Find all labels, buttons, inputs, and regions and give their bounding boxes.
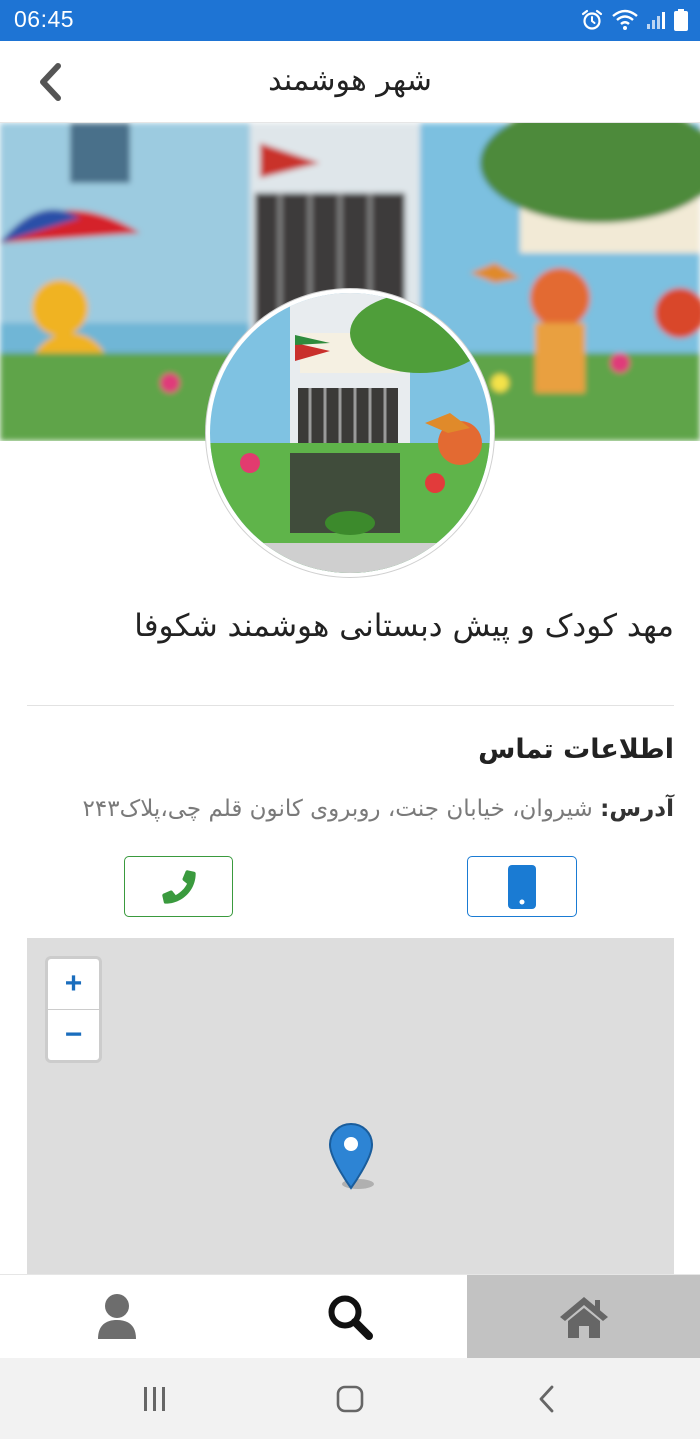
nav-profile[interactable] <box>0 1275 233 1359</box>
system-back-button[interactable] <box>487 1358 607 1439</box>
zoom-in-button[interactable]: + <box>48 959 99 1009</box>
home-icon <box>559 1297 608 1338</box>
system-nav-bar <box>0 1358 700 1439</box>
alarm-icon <box>581 9 603 30</box>
back-icon <box>539 1385 554 1412</box>
map-marker-icon[interactable] <box>328 1122 378 1194</box>
search-icon <box>328 1295 373 1340</box>
call-phone-button[interactable] <box>124 856 233 917</box>
call-mobile-button[interactable] <box>467 856 577 917</box>
status-icons <box>580 8 688 32</box>
zoom-out-button[interactable]: − <box>48 1009 99 1059</box>
wifi-icon <box>612 9 638 30</box>
divider <box>27 705 674 706</box>
zoom-control: + − <box>45 956 102 1063</box>
nav-search[interactable] <box>233 1275 467 1359</box>
profile-icon <box>97 1294 136 1339</box>
map[interactable]: + − <box>27 938 674 1274</box>
status-time: 06:45 <box>14 6 75 32</box>
nav-home[interactable] <box>467 1275 700 1359</box>
app-bar: شهر هوشمند <box>0 41 700 123</box>
recent-apps-icon <box>144 1386 165 1411</box>
phone-icon <box>161 869 196 904</box>
address: آدرس: شیروان، خیابان جنت، روبروی کانون ق… <box>24 796 674 822</box>
bottom-nav <box>0 1274 700 1359</box>
battery-icon <box>674 9 688 31</box>
address-label: آدرس: <box>600 796 674 822</box>
contact-heading: اطلاعات تماس <box>478 734 674 765</box>
home-button-icon <box>336 1385 364 1412</box>
address-value: شیروان، خیابان جنت، روبروی کانون قلم چی،… <box>82 796 593 822</box>
app-title: شهر هوشمند <box>268 63 432 98</box>
school-name: مهد کودک و پیش دبستانی هوشمند شکوفا <box>134 608 674 644</box>
profile-image <box>206 289 494 577</box>
mobile-phone-icon <box>508 864 536 909</box>
recent-apps-button[interactable] <box>95 1358 215 1439</box>
status-bar: 06:45 <box>0 0 700 41</box>
signal-icon <box>647 12 665 29</box>
system-home-button[interactable] <box>290 1358 410 1439</box>
